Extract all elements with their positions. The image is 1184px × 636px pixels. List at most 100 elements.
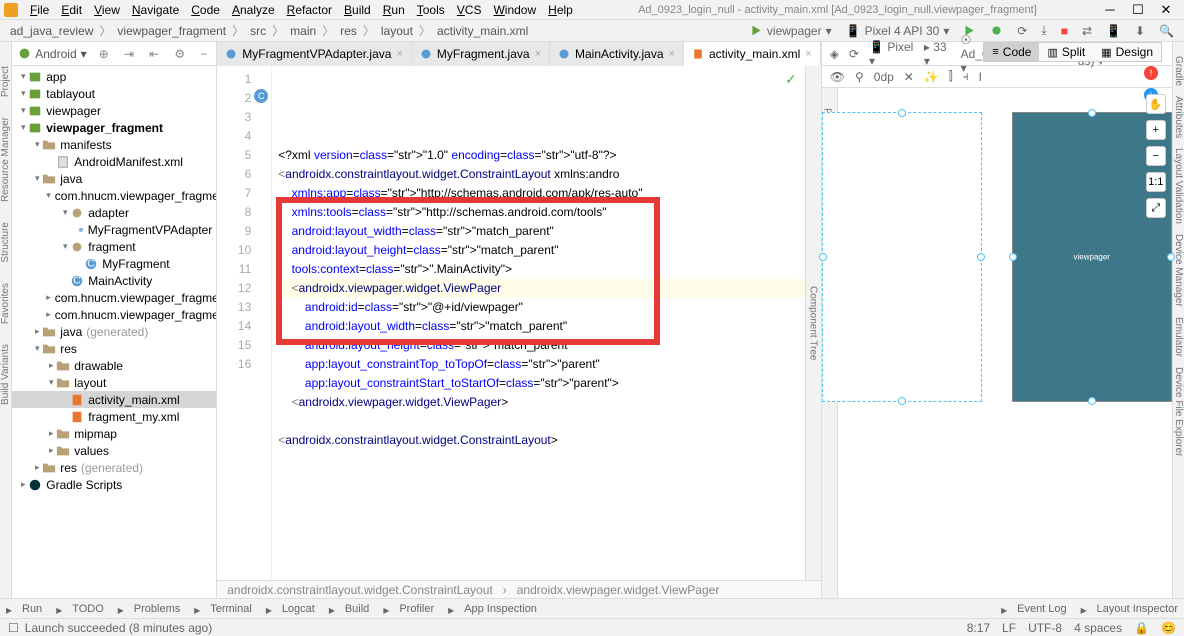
zoom-in-icon[interactable]: + [1146,120,1166,140]
orientation-icon[interactable]: ⟳ [849,47,859,61]
run-config-dropdown[interactable]: viewpager ▾ [746,24,836,38]
close-tab-icon[interactable]: × [805,48,811,60]
toolwin-event-log[interactable]: ▸Event Log [1001,603,1067,615]
menu-window[interactable]: Window [487,3,542,17]
tree-node[interactable]: ▸drawable [12,357,216,374]
class-gutter-icon[interactable]: C [254,89,268,103]
close-tab-icon[interactable]: × [396,48,402,60]
breadcrumb[interactable]: main [286,24,320,38]
code-line[interactable] [278,412,804,431]
menu-tools[interactable]: Tools [411,3,451,17]
breadcrumb[interactable]: layout [377,24,417,38]
tree-node[interactable]: ▸res(generated) [12,459,216,476]
editor-gutter[interactable]: C 12345678910111213141516 [217,66,272,580]
menu-code[interactable]: Code [185,3,226,17]
toolwin-logcat[interactable]: ▸Logcat [266,603,315,615]
breadcrumb[interactable]: src [246,24,270,38]
tool-tab-favorites[interactable]: Favorites [0,283,11,324]
toolwin-problems[interactable]: ▸Problems [118,603,180,615]
editor-tab[interactable]: MyFragment.java× [412,42,550,66]
code-line[interactable]: app:layout_constraintStart_toStartOf=cla… [278,374,804,393]
code-line[interactable]: <androidx.constraintlayout.widget.Constr… [278,165,804,184]
code-editor[interactable]: ✓ <?xml version=class="str">"1.0" encodi… [272,66,804,580]
hide-icon[interactable]: − [197,47,210,61]
tree-node[interactable]: ▾layout [12,374,216,391]
settings-icon[interactable]: ⚙ [171,47,188,61]
menu-analyze[interactable]: Analyze [226,3,281,17]
tree-node[interactable]: ▾fragment [12,238,216,255]
code-line[interactable]: android:layout_width=class="str">"match_… [278,222,804,241]
indent-setting[interactable]: 4 spaces [1074,621,1122,635]
close-button[interactable]: ✕ [1152,2,1180,18]
component-tree-tab[interactable]: Component Tree [808,286,819,361]
code-line[interactable]: android:layout_height=class="str">"match… [278,241,804,260]
expand-all-icon[interactable]: ⇤ [146,47,162,61]
close-tab-icon[interactable]: × [669,48,675,60]
toolwin-profiler[interactable]: ▸Profiler [383,603,434,615]
tree-node[interactable]: ▸com.hnucm.viewpager_fragment(test) [12,306,216,323]
default-margins[interactable]: 0dp [874,70,894,84]
clear-constraints-icon[interactable]: ✕ [904,70,914,84]
error-indicator[interactable]: ! [1144,66,1158,80]
menu-view[interactable]: View [88,3,126,17]
tree-node[interactable]: ▾java [12,170,216,187]
breadcrumb-item[interactable]: androidx.viewpager.widget.ViewPager [517,583,720,597]
tree-node[interactable]: ▾manifests [12,136,216,153]
tree-node[interactable]: CMyFragment [12,255,216,272]
menu-help[interactable]: Help [542,3,579,17]
toolwin-app-inspection[interactable]: ▸App Inspection [448,603,537,615]
tree-node[interactable]: activity_main.xml [12,391,216,408]
autoconnect-icon[interactable]: ⚲ [855,70,864,84]
avd-button[interactable]: 📱 [1102,24,1125,38]
read-only-icon[interactable]: 🔒 [1134,621,1149,635]
cursor-position[interactable]: 8:17 [967,621,990,635]
tree-node[interactable]: ▾adapter [12,204,216,221]
code-line[interactable]: tools:context=class="str">".MainActivity… [278,260,804,279]
pan-icon[interactable]: ✋ [1146,94,1166,114]
menu-run[interactable]: Run [377,3,411,17]
editor-tab[interactable]: MyFragmentVPAdapter.java× [217,42,412,66]
breadcrumb[interactable]: ad_java_review [6,24,97,38]
sdk-button[interactable]: ⬇ [1131,24,1149,38]
file-encoding[interactable]: UTF-8 [1028,621,1062,635]
menu-refactor[interactable]: Refactor [281,3,338,17]
tree-node[interactable]: AndroidManifest.xml [12,153,216,170]
tree-node[interactable]: ▾com.hnucm.viewpager_fragment [12,187,216,204]
menu-build[interactable]: Build [338,3,377,17]
tree-node[interactable]: ▾tablayout [12,85,216,102]
view-options-icon[interactable]: 👁 [830,70,845,84]
sync-button[interactable]: ⇄ [1078,24,1096,38]
tool-tab-build-variants[interactable]: Build Variants [0,344,11,405]
api-dropdown[interactable]: ▸ 33 ▾ [924,40,951,68]
tool-tab-emulator[interactable]: Emulator [1173,317,1184,357]
toolwin-run[interactable]: ▸Run [6,603,42,615]
toolwin-build[interactable]: ▸Build [329,603,369,615]
close-tab-icon[interactable]: × [535,48,541,60]
breadcrumb[interactable]: activity_main.xml [433,24,532,38]
tool-tab-structure[interactable]: Structure [0,222,11,263]
maximize-button[interactable]: ☐ [1124,2,1152,18]
code-line[interactable]: <androidx.viewpager.widget.ViewPager> [278,393,804,412]
tool-tab-project[interactable]: Project [0,66,11,97]
guidelines-icon[interactable]: I [979,70,982,84]
tree-node[interactable]: ▸java(generated) [12,323,216,340]
tree-node[interactable]: ▸mipmap [12,425,216,442]
zoom-fit-icon[interactable]: 1:1 [1146,172,1166,192]
zoom-reset-icon[interactable]: ⤢ [1146,198,1166,218]
tree-node[interactable]: ▾viewpager [12,102,216,119]
tree-node[interactable]: ▸com.hnucm.viewpager_fragment(androidTes… [12,289,216,306]
breadcrumb-item[interactable]: androidx.constraintlayout.widget.Constra… [227,583,493,597]
inspection-ok-icon[interactable]: ✓ [785,70,797,89]
scroll-from-source-icon[interactable]: ⊕ [96,47,112,61]
code-line[interactable]: android:id=class="str">"@+id/viewpager" [278,298,804,317]
tree-node[interactable]: CMyFragmentVPAdapter [12,221,216,238]
collapse-all-icon[interactable]: ⇥ [121,47,137,61]
tree-node[interactable]: ▸values [12,442,216,459]
toolwin-terminal[interactable]: ▸Terminal [194,603,252,615]
tree-node[interactable]: ▾viewpager_fragment [12,119,216,136]
tree-node[interactable]: ▾app [12,68,216,85]
tool-tab-device-manager[interactable]: Device Manager [1173,234,1184,307]
line-ending[interactable]: LF [1002,621,1016,635]
breadcrumb[interactable]: res [336,24,361,38]
menu-vcs[interactable]: VCS [451,3,488,17]
